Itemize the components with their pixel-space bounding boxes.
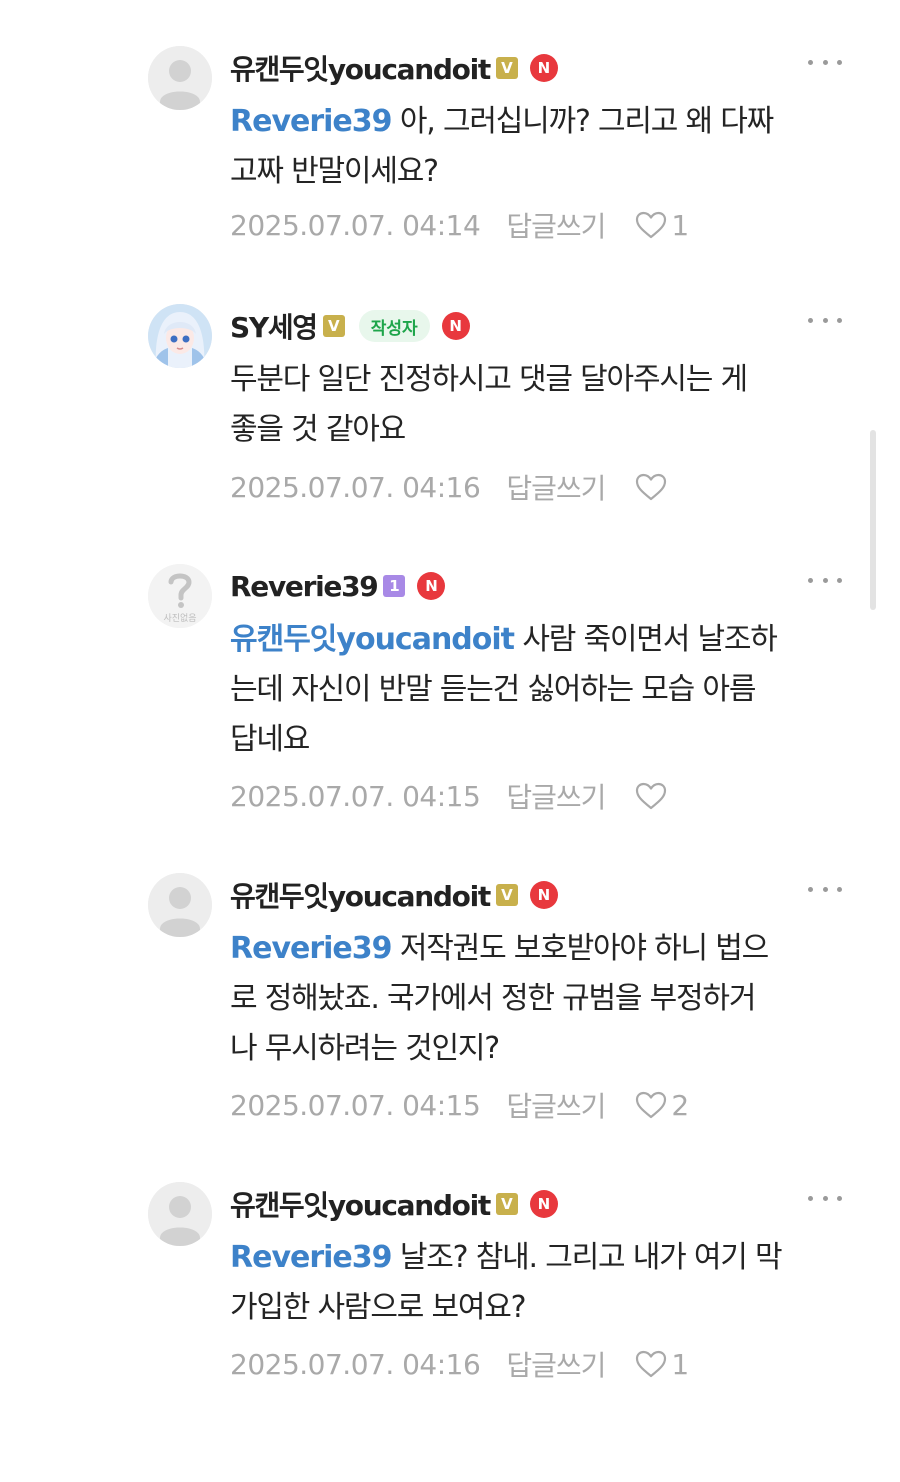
like-count: 1 (671, 1347, 689, 1381)
avatar[interactable]: 사진없음 (148, 564, 212, 628)
default-profile-icon (148, 46, 212, 110)
anime-character-avatar-icon (148, 304, 212, 368)
reply-button[interactable]: 답글쓰기 (506, 1344, 606, 1384)
manager-level-icon: V (495, 1193, 518, 1215)
comment-text: Reverie39 저작권도 보호받아야 하니 법으 로 정해놨죠. 국가에서 … (230, 924, 850, 1074)
avatar[interactable] (148, 1182, 212, 1246)
nickname[interactable]: 유캔두잇youcandoit (230, 1184, 491, 1224)
member-level-icon: 1 (383, 575, 406, 597)
comment-date: 2025.07.07. 04:16 (230, 470, 481, 504)
comment-meta: 2025.07.07. 04:16 답글쓰기 (230, 467, 667, 507)
comment-item: 유캔두잇youcandoit V N Reverie39 저작권도 보호받아야 … (0, 873, 900, 1173)
comment-line: 날조? 참내. 그리고 내가 여기 막 (399, 1240, 783, 1275)
manager-level-icon: V (322, 315, 345, 337)
comment-date: 2025.07.07. 04:15 (230, 1088, 481, 1122)
comment-line: 사람 죽이면서 날조하 (522, 622, 777, 657)
scrollbar[interactable] (870, 430, 876, 610)
comment-date: 2025.07.07. 04:16 (230, 1347, 481, 1381)
naver-badge-icon: N (529, 1190, 558, 1218)
comment-line: 는데 자신이 반말 듣는건 싫어하는 모습 아름 (230, 672, 756, 707)
comment-date: 2025.07.07. 04:14 (230, 208, 481, 242)
more-options-icon[interactable] (808, 52, 842, 72)
mention-link[interactable]: Reverie39 (230, 104, 393, 139)
more-options-icon[interactable] (808, 310, 842, 330)
more-options-icon[interactable] (808, 1188, 842, 1208)
comment-header: SY세영 V 작성자 N (230, 304, 470, 348)
naver-badge-icon: N (529, 881, 558, 909)
naver-badge-icon: N (529, 54, 558, 82)
like-button[interactable]: 2 (635, 1088, 689, 1122)
comment-line: 가입한 사람으로 보여요? (230, 1290, 527, 1325)
more-options-icon[interactable] (808, 570, 842, 590)
comment-text: 유캔두잇youcandoit 사람 죽이면서 날조하 는데 자신이 반말 듣는건… (230, 615, 850, 765)
heart-icon (636, 1350, 667, 1378)
comment-item: 유캔두잇youcandoit V N Reverie39 아, 그러십니까? 그… (0, 46, 900, 346)
reply-button[interactable]: 답글쓰기 (506, 205, 606, 245)
comment-header: 유캔두잇youcandoit V N (230, 46, 558, 90)
nickname[interactable]: Reverie39 (230, 570, 379, 603)
comment-meta: 2025.07.07. 04:15 답글쓰기 (230, 776, 667, 816)
no-photo-icon: 사진없음 (148, 564, 212, 628)
comment-line: 저작권도 보호받아야 하니 법으 (399, 931, 769, 966)
default-profile-icon (148, 1182, 212, 1246)
nickname[interactable]: SY세영 (230, 306, 318, 346)
comment-text: Reverie39 아, 그러십니까? 그리고 왜 다짜 고짜 반말이세요? (230, 97, 850, 197)
heart-icon (636, 782, 667, 810)
more-options-icon[interactable] (808, 879, 842, 899)
mention-link[interactable]: Reverie39 (230, 931, 393, 966)
comment-item: 사진없음 Reverie39 1 N 유캔두잇youcandoit 사람 죽이면… (0, 564, 900, 864)
reply-button[interactable]: 답글쓰기 (506, 467, 606, 507)
like-button[interactable]: 1 (635, 208, 689, 242)
nickname[interactable]: 유캔두잇youcandoit (230, 48, 491, 88)
avatar-caption: 사진없음 (163, 613, 196, 624)
comment-text: Reverie39 날조? 참내. 그리고 내가 여기 막 가입한 사람으로 보… (230, 1233, 850, 1333)
comment-meta: 2025.07.07. 04:14 답글쓰기 1 (230, 205, 689, 245)
naver-badge-icon: N (441, 312, 470, 340)
reply-button[interactable]: 답글쓰기 (506, 1085, 606, 1125)
heart-icon (636, 1091, 667, 1119)
nickname[interactable]: 유캔두잇youcandoit (230, 875, 491, 915)
comment-meta: 2025.07.07. 04:15 답글쓰기 2 (230, 1085, 689, 1125)
comment-meta: 2025.07.07. 04:16 답글쓰기 1 (230, 1344, 689, 1384)
comment-item: SY세영 V 작성자 N 두분다 일단 진정하시고 댓글 달아주시는 게 좋을 … (0, 304, 900, 604)
heart-icon (636, 211, 667, 239)
like-count: 2 (671, 1088, 689, 1122)
default-profile-icon (148, 873, 212, 937)
like-count: 1 (671, 208, 689, 242)
comment-line: 좋을 것 같아요 (230, 412, 406, 447)
avatar[interactable] (148, 873, 212, 937)
author-tag: 작성자 (358, 310, 430, 342)
avatar[interactable] (148, 304, 212, 368)
like-button[interactable] (635, 782, 667, 810)
comment-date: 2025.07.07. 04:15 (230, 779, 481, 813)
comment-line: 로 정해놨죠. 국가에서 정한 규범을 부정하거 (230, 981, 756, 1016)
like-button[interactable]: 1 (635, 1347, 689, 1381)
comment-line: 답네요 (230, 722, 310, 757)
comment-line: 아, 그러십니까? 그리고 왜 다짜 (399, 104, 774, 139)
mention-link[interactable]: Reverie39 (230, 1240, 393, 1275)
comment-header: Reverie39 1 N (230, 564, 446, 608)
comment-line: 두분다 일단 진정하시고 댓글 달아주시는 게 (230, 362, 748, 397)
mention-link[interactable]: 유캔두잇youcandoit (230, 622, 515, 657)
comment-header: 유캔두잇youcandoit V N (230, 1182, 558, 1226)
reply-button[interactable]: 답글쓰기 (506, 776, 606, 816)
like-button[interactable] (635, 473, 667, 501)
avatar[interactable] (148, 46, 212, 110)
comment-text: 두분다 일단 진정하시고 댓글 달아주시는 게 좋을 것 같아요 (230, 355, 850, 455)
comment-line: 나 무시하려는 것인지? (230, 1031, 500, 1066)
manager-level-icon: V (495, 57, 518, 79)
comment-header: 유캔두잇youcandoit V N (230, 873, 558, 917)
heart-icon (636, 473, 667, 501)
comment-line: 고짜 반말이세요? (230, 154, 439, 189)
naver-badge-icon: N (417, 572, 446, 600)
manager-level-icon: V (495, 884, 518, 906)
comment-item: 유캔두잇youcandoit V N Reverie39 날조? 참내. 그리고… (0, 1182, 900, 1482)
